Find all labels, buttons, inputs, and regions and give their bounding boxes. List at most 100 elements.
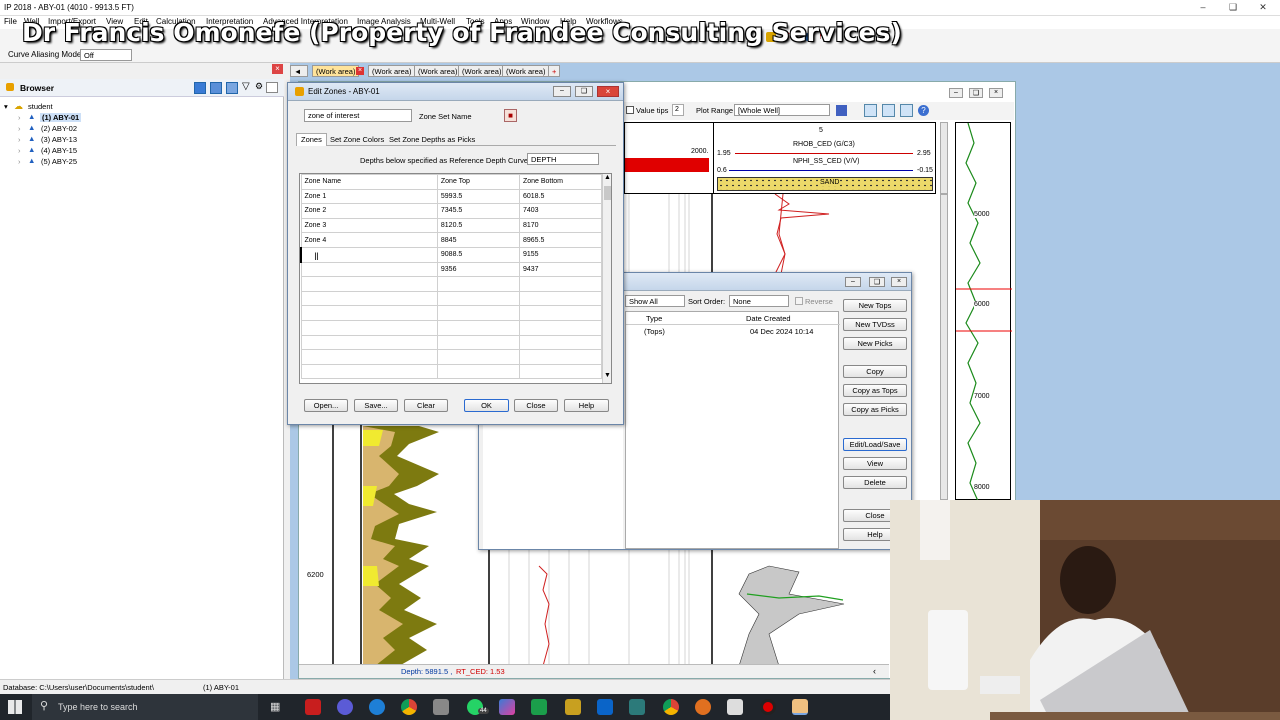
copy-as-tops-button[interactable]: Copy as Tops bbox=[843, 384, 907, 397]
zone-top-cell[interactable]: 5993.5 bbox=[436, 188, 520, 205]
tree-collapse-icon[interactable]: › bbox=[18, 113, 21, 122]
app-icon-purple[interactable] bbox=[337, 699, 353, 715]
zone-name-cell[interactable]: Zone 1 bbox=[300, 188, 438, 205]
tab-work-area-1[interactable]: (Work area) bbox=[312, 65, 360, 77]
new-tab-icon[interactable]: + bbox=[548, 65, 561, 77]
tab-close-icon[interactable]: × bbox=[356, 67, 364, 75]
col-zone-name[interactable]: Zone Name bbox=[300, 174, 438, 190]
tab-work-area-5[interactable]: (Work area) bbox=[502, 65, 550, 77]
value-tips-checkbox[interactable] bbox=[626, 106, 634, 114]
app-icon-orange[interactable] bbox=[695, 699, 711, 715]
zone-bottom-cell[interactable]: 8170 bbox=[518, 217, 603, 234]
new-tvdss-button[interactable]: New TVDss bbox=[843, 318, 907, 331]
tree-well-aby13[interactable]: (3) ABY-13 bbox=[41, 135, 77, 144]
clear-button[interactable]: Clear bbox=[404, 399, 448, 412]
well-group-icon[interactable] bbox=[226, 82, 238, 94]
table-row-empty[interactable] bbox=[300, 319, 603, 336]
panel-icon[interactable] bbox=[266, 82, 278, 93]
table-row-empty[interactable] bbox=[300, 363, 603, 380]
scroll-down-icon[interactable]: ▼ bbox=[604, 372, 611, 379]
tab-set-zone-depths-as-picks[interactable]: Set Zone Depths as Picks bbox=[385, 134, 479, 145]
help-icon[interactable]: ? bbox=[918, 105, 929, 116]
browser-close-icon[interactable]: × bbox=[272, 64, 283, 74]
zones-grid[interactable]: Zone Name Zone Top Zone Bottom Zone 1 599… bbox=[299, 173, 612, 384]
tab-set-zone-colors[interactable]: Set Zone Colors bbox=[326, 134, 388, 145]
zone-bottom-cell[interactable]: 9155 bbox=[518, 246, 603, 263]
zone-bottom-cell[interactable]: 7403 bbox=[518, 203, 603, 219]
windows-start-icon[interactable] bbox=[8, 700, 22, 714]
new-picks-button[interactable]: New Picks bbox=[843, 337, 907, 350]
zone-top-cell[interactable]: 7345.5 bbox=[436, 203, 520, 219]
zones-close-icon[interactable]: × bbox=[597, 86, 619, 97]
edit-load-save-button[interactable]: Edit/Load/Save bbox=[843, 438, 907, 451]
chrome-icon[interactable] bbox=[401, 699, 417, 715]
grid-icon[interactable] bbox=[836, 105, 847, 116]
tree-expand-icon[interactable]: ▾ bbox=[4, 102, 8, 111]
zone-bottom-cell[interactable]: 8965.5 bbox=[518, 232, 603, 248]
table-row-empty[interactable] bbox=[300, 290, 603, 307]
tab-work-area-2[interactable]: (Work area) bbox=[368, 65, 416, 77]
tops-list[interactable]: Type Date Created (Tops) 04 Dec 2024 10:… bbox=[625, 311, 840, 549]
copy-button[interactable]: Copy bbox=[843, 365, 907, 378]
new-tops-button[interactable]: New Tops bbox=[843, 299, 907, 312]
tab-work-area-3[interactable]: (Work area) bbox=[414, 65, 462, 77]
tab-work-area-4[interactable]: (Work area) bbox=[458, 65, 506, 77]
table-row-empty[interactable] bbox=[300, 305, 603, 321]
tree-well-aby02[interactable]: (2) ABY-02 bbox=[41, 124, 77, 133]
scroll-up-icon[interactable]: ▲ bbox=[604, 174, 611, 181]
tops-show-select[interactable]: Show All bbox=[625, 295, 685, 307]
view-button[interactable]: View bbox=[843, 457, 907, 470]
tree-collapse-icon[interactable]: › bbox=[18, 135, 21, 144]
vertical-scrollbar[interactable] bbox=[940, 194, 948, 500]
tops-row-date[interactable]: 04 Dec 2024 10:14 bbox=[750, 327, 813, 336]
zone-name-cell-editing[interactable] bbox=[300, 246, 438, 263]
tree-collapse-icon[interactable]: › bbox=[18, 157, 21, 166]
tops-restore-icon[interactable]: ❑ bbox=[869, 277, 885, 287]
filter-icon[interactable]: ▽ bbox=[242, 81, 250, 92]
well-icon[interactable] bbox=[194, 82, 206, 94]
zone-bottom-cell[interactable]: 6018.5 bbox=[518, 188, 603, 205]
well-add-icon[interactable] bbox=[210, 82, 222, 94]
table-row-empty[interactable] bbox=[300, 276, 603, 292]
logwin-minimize-icon[interactable]: – bbox=[949, 88, 963, 98]
reverse-checkbox[interactable] bbox=[795, 297, 803, 305]
open-button[interactable]: Open... bbox=[304, 399, 348, 412]
close-button[interactable]: Close bbox=[514, 399, 558, 412]
file-explorer-icon[interactable] bbox=[565, 699, 581, 715]
zone-set-name-input[interactable]: zone of interest bbox=[304, 109, 412, 122]
scroll-left-icon[interactable]: ‹ bbox=[873, 666, 876, 676]
task-view-icon[interactable]: ▦ bbox=[270, 700, 280, 713]
tree-collapse-icon[interactable]: › bbox=[18, 124, 21, 133]
outlook-icon[interactable] bbox=[597, 699, 613, 715]
zone-name-cell[interactable]: Zone 3 bbox=[300, 217, 438, 234]
menu-file[interactable]: File bbox=[4, 17, 17, 26]
zone-bottom-cell[interactable]: 9437 bbox=[518, 261, 603, 278]
logwin-restore-icon[interactable]: ❑ bbox=[969, 88, 983, 98]
ip-app-icon[interactable] bbox=[792, 699, 808, 715]
col-zone-bottom[interactable]: Zone Bottom bbox=[518, 174, 603, 190]
tops-minimize-icon[interactable]: – bbox=[845, 277, 861, 287]
plot-range-select[interactable]: [Whole Well] bbox=[734, 104, 830, 116]
tab-nav-icon[interactable]: ◄ bbox=[290, 65, 308, 77]
chrome-profile-icon[interactable] bbox=[663, 699, 679, 715]
ok-button[interactable]: OK bbox=[464, 399, 509, 412]
minimize-icon[interactable]: – bbox=[1196, 2, 1210, 14]
excel-icon[interactable] bbox=[531, 699, 547, 715]
logwin-close-icon[interactable]: × bbox=[989, 88, 1003, 98]
tops-row-type[interactable]: (Tops) bbox=[644, 327, 665, 336]
header-scrollbar[interactable] bbox=[940, 122, 948, 194]
table-row-empty[interactable] bbox=[300, 334, 603, 351]
copilot-icon[interactable] bbox=[499, 699, 515, 715]
gear-icon[interactable]: ⚙ bbox=[255, 81, 263, 92]
sort-order-select[interactable]: None bbox=[729, 295, 789, 307]
restore-icon[interactable]: ❑ bbox=[1226, 2, 1240, 14]
zone-name-cell[interactable]: Zone 4 bbox=[300, 232, 438, 248]
value-tips-spinner[interactable]: 2 bbox=[672, 104, 684, 116]
save-button[interactable]: Save... bbox=[354, 399, 398, 412]
app-icon-white[interactable] bbox=[727, 699, 743, 715]
delete-button[interactable]: Delete bbox=[843, 476, 907, 489]
app-icon-gray[interactable] bbox=[433, 699, 449, 715]
col-zone-top[interactable]: Zone Top bbox=[436, 174, 520, 190]
tree-well-aby25[interactable]: (5) ABY-25 bbox=[41, 157, 77, 166]
zone-top-cell[interactable]: 8845 bbox=[436, 232, 520, 248]
